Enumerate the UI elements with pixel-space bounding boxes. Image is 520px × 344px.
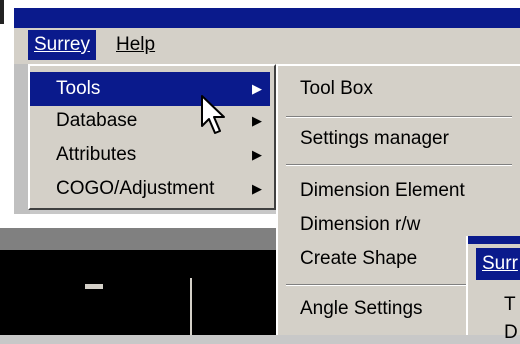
- window-top-edge: [14, 0, 520, 8]
- submenu-item-tool-box[interactable]: Tool Box: [300, 74, 373, 104]
- submenu-item-dimension-element[interactable]: Dimension Element: [300, 176, 465, 206]
- canvas-divider: [190, 278, 192, 335]
- submenu-arrow-icon: ▶: [252, 181, 262, 196]
- menu-item-attributes[interactable]: Attributes ▶: [30, 138, 270, 172]
- panel-background: [14, 214, 284, 228]
- submenu-item-label: Settings manager: [300, 128, 449, 149]
- mouse-pointer-icon: [201, 95, 225, 134]
- submenu-item-label: Create Shape: [300, 248, 418, 269]
- menu-item-label: Tools: [56, 78, 101, 99]
- second-window-menu-surrey[interactable]: Surr: [476, 248, 520, 280]
- menu-item-label: Attributes: [56, 144, 137, 165]
- menu-separator: [286, 116, 512, 118]
- window-edge-mark: [0, 0, 4, 24]
- menu-item-label: COGO/Adjustment: [56, 178, 215, 199]
- submenu-item-settings-manager[interactable]: Settings manager: [300, 124, 449, 154]
- second-window-item[interactable]: T: [504, 294, 516, 316]
- second-window-titlebar: [468, 236, 520, 244]
- menu-help-label: Help: [116, 34, 156, 55]
- submenu-item-create-shape[interactable]: Create Shape: [300, 244, 417, 274]
- submenu-arrow-icon: ▶: [252, 147, 262, 162]
- title-bar: [14, 8, 520, 28]
- submenu-item-label: Angle Settings: [300, 298, 423, 319]
- second-window-menu-label: Surr: [482, 253, 518, 274]
- second-window-item[interactable]: D: [504, 322, 518, 344]
- submenu-arrow-icon: ▶: [252, 113, 262, 128]
- menu-surrey-label: Surrey: [34, 34, 90, 55]
- menu-item-tools[interactable]: Tools ▶: [30, 72, 270, 106]
- menu-surrey[interactable]: Surrey: [28, 30, 96, 60]
- canvas-element: [85, 284, 103, 289]
- submenu-item-angle-settings[interactable]: Angle Settings: [300, 294, 423, 324]
- submenu-item-label: Dimension Element: [300, 180, 465, 201]
- surrey-dropdown: Tools ▶ Database ▶ Attributes ▶ COGO/Adj…: [28, 64, 276, 210]
- submenu-item-dimension-rw[interactable]: Dimension r/w: [300, 210, 420, 240]
- menu-help[interactable]: Help: [110, 30, 161, 60]
- menu-item-database[interactable]: Database ▶: [30, 104, 270, 138]
- submenu-item-label: Dimension r/w: [300, 214, 421, 235]
- menu-item-label: Database: [56, 110, 138, 131]
- submenu-item-label: Tool Box: [300, 78, 373, 99]
- submenu-arrow-icon: ▶: [252, 81, 262, 96]
- menu-item-cogo-adjustment[interactable]: COGO/Adjustment ▶: [30, 172, 270, 206]
- menu-separator: [286, 164, 512, 166]
